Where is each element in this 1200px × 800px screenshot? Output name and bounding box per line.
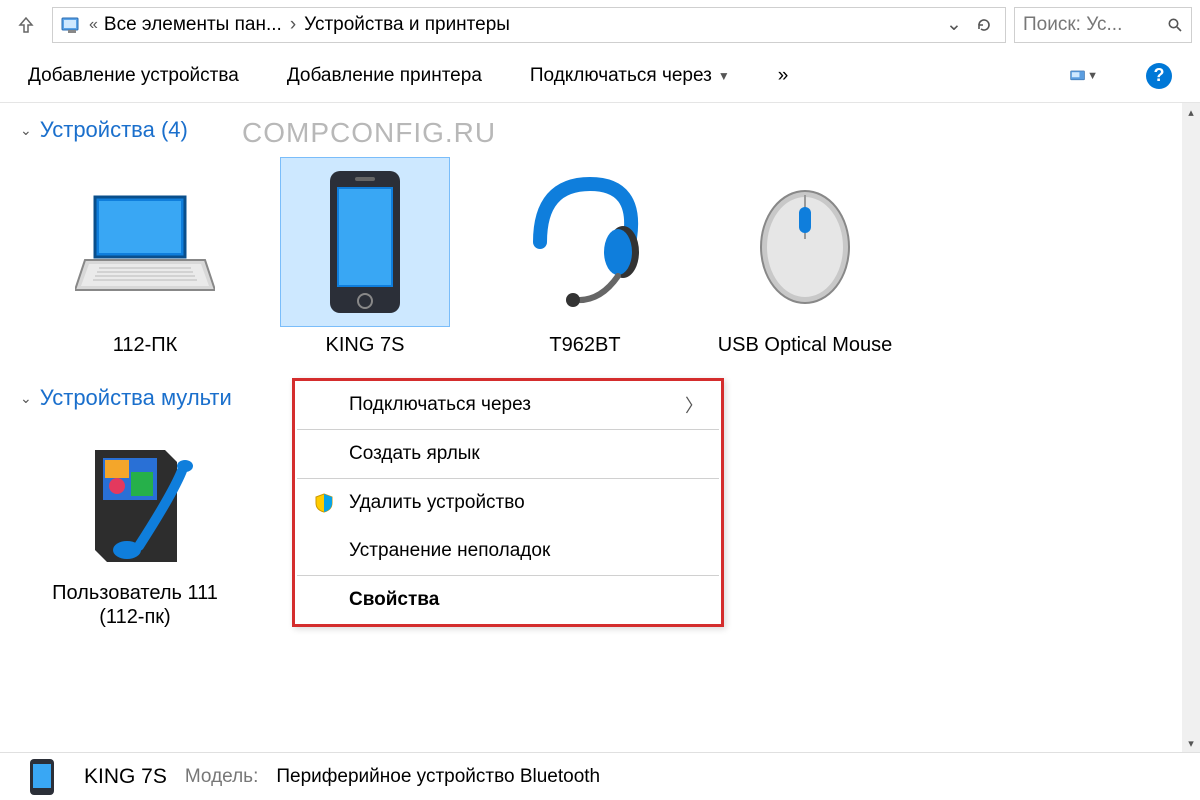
group-header-devices[interactable]: ⌄ Устройства (4) (0, 103, 1182, 149)
mouse-icon (720, 157, 890, 327)
up-button[interactable] (8, 7, 44, 43)
menu-item-properties[interactable]: Свойства (295, 576, 721, 624)
device-item-headset[interactable]: T962BT (480, 157, 690, 357)
add-printer-button[interactable]: Добавление принтера (287, 65, 482, 87)
vertical-scrollbar[interactable]: ▴ ▾ (1182, 103, 1200, 752)
dropdown-icon: ▼ (718, 69, 730, 83)
refresh-icon (976, 17, 992, 33)
address-bar: « Все элементы пан... › Устройства и при… (0, 0, 1200, 49)
help-button[interactable]: ? (1146, 63, 1172, 89)
phone-icon (280, 157, 450, 327)
context-menu: Подключаться через 〉 Создать ярлык Удали… (292, 378, 724, 627)
menu-item-connect-via[interactable]: Подключаться через 〉 (295, 381, 721, 429)
details-model-label: Модель: (185, 766, 258, 788)
device-item-phone[interactable]: KING 7S (260, 157, 470, 357)
device-item-media-player[interactable]: Пользователь 111 (112-пк) (40, 425, 230, 629)
refresh-button[interactable] (971, 12, 997, 38)
help-icon: ? (1154, 65, 1165, 86)
submenu-arrow-icon: 〉 (685, 392, 703, 418)
details-model-value: Периферийное устройство Bluetooth (276, 766, 600, 788)
menu-item-troubleshoot[interactable]: Устранение неполадок (295, 527, 721, 575)
breadcrumb-overflow-icon: « (89, 16, 98, 34)
breadcrumb-item-2[interactable]: Устройства и принтеры (304, 14, 510, 36)
laptop-icon (60, 157, 230, 327)
history-dropdown-button[interactable]: ⌄ (941, 12, 967, 38)
device-item-mouse[interactable]: USB Optical Mouse (700, 157, 910, 357)
up-arrow-icon (16, 15, 36, 35)
menu-item-create-shortcut[interactable]: Создать ярлык (295, 430, 721, 478)
chevron-right-icon: › (288, 14, 298, 36)
details-device-name: KING 7S (84, 765, 167, 789)
scroll-up-icon[interactable]: ▴ (1182, 103, 1200, 121)
add-device-button[interactable]: Добавление устройства (28, 65, 239, 87)
toolbar-overflow-button[interactable]: » (778, 65, 789, 87)
command-toolbar: Добавление устройства Добавление принтер… (0, 49, 1200, 103)
search-icon (1167, 17, 1183, 33)
phone-icon (18, 757, 66, 797)
view-options-button[interactable]: ▼ (1070, 66, 1098, 86)
devices-row: 112-ПК KING 7S (0, 149, 1182, 357)
search-input[interactable]: Поиск: Ус... (1014, 7, 1192, 43)
shield-uac-icon (313, 493, 335, 513)
device-item-pc[interactable]: 112-ПК (40, 157, 250, 357)
details-pane: KING 7S Модель: Периферийное устройство … (0, 752, 1200, 800)
collapse-icon: ⌄ (20, 390, 32, 407)
menu-item-remove-device[interactable]: Удалить устройство (295, 479, 721, 527)
headset-icon (500, 157, 670, 327)
collapse-icon: ⌄ (20, 122, 32, 139)
connect-via-button[interactable]: Подключаться через ▼ (530, 65, 730, 87)
media-player-icon (60, 425, 210, 575)
control-panel-icon (61, 14, 83, 36)
breadcrumb-box[interactable]: « Все элементы пан... › Устройства и при… (52, 7, 1006, 43)
breadcrumb-item-1[interactable]: Все элементы пан... (104, 14, 282, 36)
search-placeholder: Поиск: Ус... (1023, 14, 1161, 36)
scroll-down-icon[interactable]: ▾ (1182, 734, 1200, 752)
